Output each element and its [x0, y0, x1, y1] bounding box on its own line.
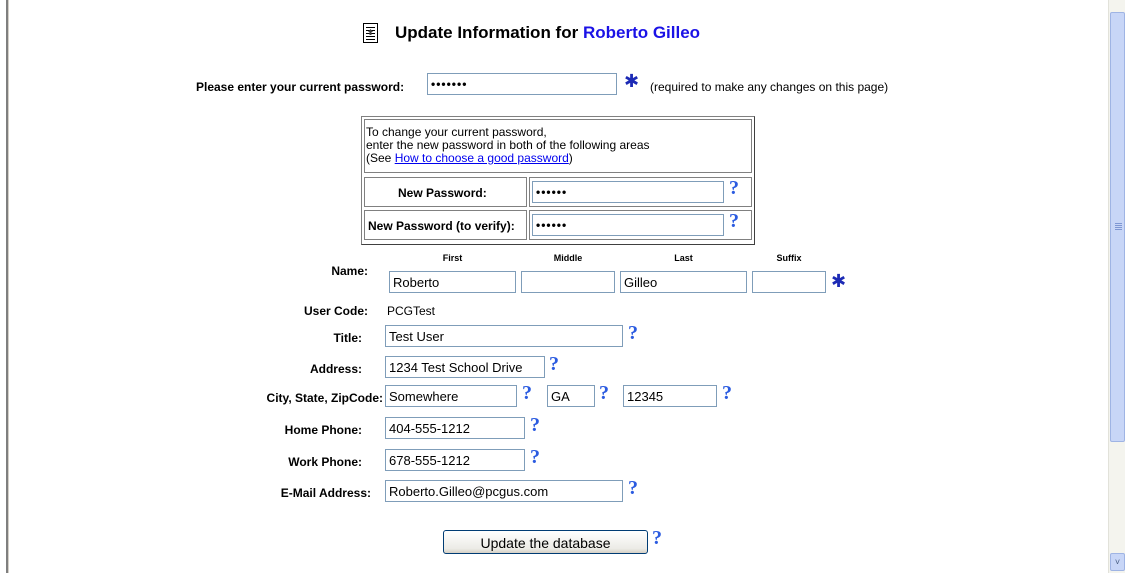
window-border-inner — [8, 0, 9, 573]
page-title-prefix: Update Information for — [395, 23, 583, 42]
address-label: Address: — [309, 362, 362, 376]
choose-password-link[interactable]: How to choose a good password — [395, 151, 569, 165]
current-password-label: Please enter your current password: — [196, 80, 405, 94]
suffix-field[interactable] — [752, 271, 826, 293]
email-help-icon[interactable]: ? — [628, 478, 638, 498]
last-name-header: Last — [674, 253, 693, 263]
home-phone-label: Home Phone: — [284, 423, 362, 437]
zip-field[interactable] — [623, 385, 717, 407]
user-code-value: PCGTest — [387, 304, 436, 318]
page-title-user-name: Roberto Gilleo — [582, 23, 701, 42]
verify-password-help-icon[interactable]: ? — [729, 211, 739, 231]
verify-password-field[interactable] — [532, 214, 724, 236]
scrollbar-grip-icon — [1115, 223, 1122, 224]
password-intro-line3: (See How to choose a good password) — [366, 152, 746, 165]
last-name-field[interactable] — [620, 271, 747, 293]
work-phone-field[interactable] — [385, 449, 525, 471]
required-note: (required to make any changes on this pa… — [650, 80, 889, 94]
home-phone-field[interactable] — [385, 417, 525, 439]
password-intro-text: To change your current password, enter t… — [366, 126, 746, 165]
title-field[interactable] — [385, 325, 623, 347]
user-code-label: User Code: — [303, 304, 368, 318]
work-phone-label: Work Phone: — [288, 455, 362, 469]
home-phone-help-icon[interactable]: ? — [530, 415, 540, 435]
update-database-button[interactable]: Update the database — [443, 530, 648, 554]
see-prefix: (See — [366, 151, 395, 165]
middle-name-field[interactable] — [521, 271, 615, 293]
city-state-zip-label: City, State, ZipCode: — [266, 391, 383, 405]
email-field[interactable] — [385, 480, 623, 502]
new-password-help-icon[interactable]: ? — [729, 178, 739, 198]
address-help-icon[interactable]: ? — [549, 354, 559, 374]
title-label: Title: — [333, 331, 362, 345]
page-title: Update Information for Roberto Gilleo — [395, 23, 700, 43]
new-password-label: New Password: — [398, 186, 487, 200]
title-help-icon[interactable]: ? — [628, 323, 638, 343]
verify-password-label: New Password (to verify): — [368, 219, 515, 233]
address-field[interactable] — [385, 356, 545, 378]
document-icon — [363, 23, 378, 43]
email-label: E-Mail Address: — [280, 486, 371, 500]
first-name-field[interactable] — [389, 271, 516, 293]
new-password-field[interactable] — [532, 181, 724, 203]
state-field[interactable] — [547, 385, 595, 407]
required-asterisk-icon: ✱ — [624, 71, 640, 91]
work-phone-help-icon[interactable]: ? — [530, 447, 540, 467]
scrollbar-thumb[interactable] — [1110, 12, 1125, 442]
suffix-header: Suffix — [776, 253, 802, 263]
current-password-field[interactable] — [427, 73, 617, 95]
city-help-icon[interactable]: ? — [522, 383, 532, 403]
state-help-icon[interactable]: ? — [599, 383, 609, 403]
name-required-icon: ✱ — [831, 271, 847, 291]
city-field[interactable] — [385, 385, 517, 407]
zip-help-icon[interactable]: ? — [722, 383, 732, 403]
scroll-down-arrow-icon[interactable]: ˅ — [1110, 553, 1125, 571]
vertical-scrollbar[interactable]: ˅ — [1108, 0, 1125, 573]
first-name-header: First — [442, 253, 463, 263]
name-label: Name: — [331, 264, 368, 278]
update-help-icon[interactable]: ? — [652, 528, 662, 548]
middle-name-header: Middle — [553, 253, 583, 263]
see-suffix: ) — [568, 151, 573, 165]
